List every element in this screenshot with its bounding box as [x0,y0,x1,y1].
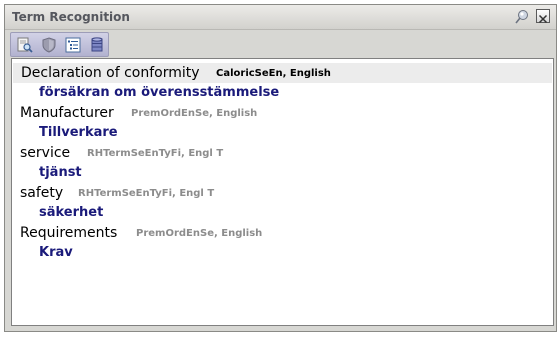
close-button[interactable] [536,9,550,24]
toolbar [10,32,109,57]
database-icon[interactable] [88,36,106,54]
title-bar[interactable]: Term Recognition [5,5,556,30]
termbase-label: PremOrdEnSe, English [131,108,258,119]
term-source-text: service [20,145,71,161]
term-source-text: Declaration of conformity [21,65,200,81]
term-translation: säkerhet [39,205,104,220]
list-tree-icon[interactable] [64,36,82,54]
close-icon [538,14,548,24]
term-source-text: Manufacturer [20,105,114,121]
term-source-text: Requirements [20,225,118,241]
term-source-text: safety [20,185,64,201]
term-translation: försäkran om överensstämmelse [39,85,280,100]
termbase-label: CaloricSeEn, English [216,68,331,79]
magnifier-document-icon[interactable] [16,36,34,54]
term-recognition-window: Term Recognition Declaration of conformi… [4,4,557,332]
termbase-label: RHTermSeEnTyFi, Engl T [87,148,224,159]
term-row[interactable]: Declaration of conformity CaloricSeEn, E… [13,63,552,83]
term-list-panel: Declaration of conformity CaloricSeEn, E… [11,58,554,326]
window-title: Term Recognition [12,10,130,24]
termbase-label: RHTermSeEnTyFi, Engl T [78,188,215,199]
shield-icon[interactable] [40,36,58,54]
pin-icon[interactable] [514,9,530,25]
termbase-label: PremOrdEnSe, English [136,228,263,239]
term-translation: tjänst [39,165,82,180]
term-translation: Tillverkare [39,125,118,140]
term-translation: Krav [39,245,73,260]
